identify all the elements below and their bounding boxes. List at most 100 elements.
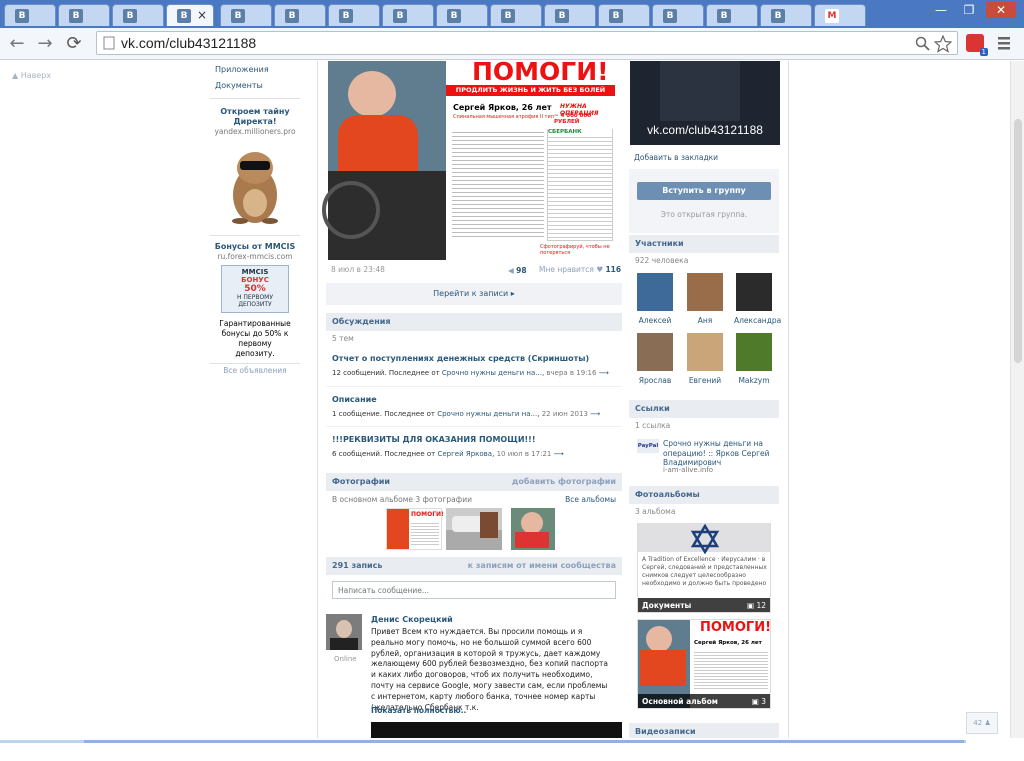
browser-tab[interactable]: M xyxy=(814,4,866,26)
join-group-button[interactable]: Вступить в группу xyxy=(637,182,771,200)
address-bar[interactable]: vk.com/club43121188 xyxy=(96,31,958,55)
topic-title[interactable]: !!!РЕКВИЗИТЫ ДЛЯ ОКАЗАНИЯ ПОМОЩИ!!! xyxy=(332,435,616,444)
member-item[interactable]: Ярослав xyxy=(635,333,675,385)
link-item[interactable]: PayPal Срочно нужны деньги на операцию! … xyxy=(629,439,779,483)
browser-tab[interactable]: B xyxy=(652,4,704,26)
browser-tab[interactable]: B xyxy=(4,4,56,26)
posts-count[interactable]: 291 запись xyxy=(332,561,382,570)
links-header[interactable]: Ссылки xyxy=(629,400,779,418)
scroll-to-top-link[interactable]: ▲ Наверх xyxy=(12,71,51,80)
browser-tab[interactable]: B xyxy=(598,4,650,26)
album-documents[interactable]: A Tradition of Excellence · Иерусалим · … xyxy=(637,523,771,613)
zoom-icon[interactable] xyxy=(915,36,931,52)
members-header[interactable]: Участники xyxy=(629,235,779,253)
link-text[interactable]: Срочно нужны деньги на операцию! :: Ярко… xyxy=(663,439,773,468)
member-item[interactable]: Makzym xyxy=(734,333,774,385)
topic-last-author[interactable]: Срочно нужны деньги на... xyxy=(437,410,537,418)
discussions-header[interactable]: Обсуждения xyxy=(326,313,622,331)
member-name[interactable]: Makzym xyxy=(734,376,774,385)
browser-tab[interactable]: B xyxy=(112,4,164,26)
ad-title[interactable]: Бонусы от MMCIS xyxy=(210,242,300,252)
author-name[interactable]: Денис Скорецкий xyxy=(371,615,453,624)
browser-tab[interactable]: B xyxy=(544,4,596,26)
topic-last-author[interactable]: Срочно нужны деньги на... xyxy=(442,369,542,377)
member-avatar[interactable] xyxy=(637,333,673,371)
add-photos-link[interactable]: добавить фотографии xyxy=(512,477,616,486)
chat-button[interactable]: 42 ♟ xyxy=(966,712,998,734)
group-cover[interactable]: vk.com/club43121188 xyxy=(630,61,780,145)
minimize-button[interactable]: — xyxy=(930,2,952,18)
member-name[interactable]: Александра xyxy=(734,316,781,325)
topic-arrow-icon[interactable]: ⟶ xyxy=(599,369,609,377)
ad-mmcis[interactable]: Бонусы от MMCIS ru.forex-mmcis.com MMCIS… xyxy=(210,242,300,359)
albums-header[interactable]: Фотоальбомы xyxy=(629,486,779,504)
member-avatar[interactable] xyxy=(736,273,772,311)
photos-title[interactable]: Фотографии xyxy=(332,477,390,486)
member-item[interactable]: Аня xyxy=(685,273,725,325)
back-icon[interactable]: ← xyxy=(6,33,28,55)
browser-tab[interactable]: B xyxy=(220,4,272,26)
menu-apps[interactable]: Приложения xyxy=(215,65,300,74)
photo-thumb-3[interactable] xyxy=(511,508,555,550)
scrollbar-thumb[interactable] xyxy=(1014,119,1022,363)
post-date[interactable]: 8 июл в 23:48 xyxy=(331,265,385,274)
topic-title[interactable]: Отчет о поступлениях денежных средств (С… xyxy=(332,354,616,363)
member-avatar[interactable] xyxy=(687,273,723,311)
extension-icon[interactable]: 1 xyxy=(966,34,988,56)
member-item[interactable]: Александра xyxy=(734,273,781,325)
bookmark-star-icon[interactable] xyxy=(934,35,952,53)
member-avatar[interactable] xyxy=(687,333,723,371)
community-posts-link[interactable]: к записям от имени сообщества xyxy=(468,561,616,570)
post-image[interactable]: ПОМОГИ! ПРОДЛИТЬ ЖИЗНЬ И ЖИТЬ БЕЗ БОЛЕЙ … xyxy=(322,61,615,260)
member-item[interactable]: Евгений xyxy=(685,333,725,385)
browser-tab[interactable]: B xyxy=(490,4,542,26)
album-main[interactable]: ПОМОГИ! Сергей Ярков, 26 лет Основной ал… xyxy=(637,619,771,709)
reload-icon[interactable]: ⟳ xyxy=(63,33,85,55)
share-count[interactable]: ◀ 98 xyxy=(508,266,527,275)
author-avatar[interactable] xyxy=(326,614,362,650)
browser-tab[interactable]: B xyxy=(382,4,434,26)
all-ads-link[interactable]: Все объявления xyxy=(210,366,300,375)
browser-tab[interactable]: B xyxy=(58,4,110,26)
maximize-button[interactable]: ❐ xyxy=(958,2,980,18)
goto-post-button[interactable]: Перейти к записи ▸ xyxy=(326,283,622,305)
cover-url-text: vk.com/club43121188 xyxy=(647,123,763,137)
close-tab-icon[interactable]: × xyxy=(197,8,207,22)
topic-arrow-icon[interactable]: ⟶ xyxy=(590,410,600,418)
member-avatar[interactable] xyxy=(736,333,772,371)
member-name[interactable]: Евгений xyxy=(685,376,725,385)
member-name[interactable]: Алексей xyxy=(635,316,675,325)
add-bookmark-link[interactable]: Добавить в закладки xyxy=(634,153,718,162)
photo-thumb-2[interactable] xyxy=(446,508,502,550)
topic-row[interactable]: !!!РЕКВИЗИТЫ ДЛЯ ОКАЗАНИЯ ПОМОЩИ!!! 6 соо… xyxy=(326,426,622,466)
browser-tab[interactable]: B × xyxy=(166,4,214,26)
like-button[interactable]: Мне нравится ♥ 116 xyxy=(539,265,621,274)
photo-thumb-1[interactable]: ПОМОГИ! xyxy=(386,508,444,550)
topic-row[interactable]: Описание 1 сообщение. Последнее от Срочно… xyxy=(326,386,622,426)
ad-yandex[interactable]: Откроем тайну Директа! yandex.millioners… xyxy=(210,107,300,227)
member-avatar[interactable] xyxy=(637,273,673,311)
topic-row[interactable]: Отчет о поступлениях денежных средств (С… xyxy=(326,346,622,386)
member-name[interactable]: Аня xyxy=(685,316,725,325)
ad-title[interactable]: Откроем тайну Директа! xyxy=(220,107,290,127)
browser-tab[interactable]: B xyxy=(706,4,758,26)
topic-title[interactable]: Описание xyxy=(332,395,616,404)
show-more-link[interactable]: Показать полностью.. xyxy=(371,706,466,715)
browser-tab[interactable]: B xyxy=(274,4,326,26)
member-name[interactable]: Ярослав xyxy=(635,376,675,385)
forward-icon[interactable]: → xyxy=(34,33,56,55)
browser-tab[interactable]: B xyxy=(436,4,488,26)
browser-tab[interactable]: B xyxy=(328,4,380,26)
compose-input[interactable] xyxy=(332,581,616,599)
topic-arrow-icon[interactable]: ⟶ xyxy=(554,450,564,458)
vk-favicon-icon: B xyxy=(339,9,353,23)
close-window-button[interactable]: ✕ xyxy=(986,2,1016,18)
all-albums-link[interactable]: Все альбомы xyxy=(565,495,616,504)
member-item[interactable]: Алексей xyxy=(635,273,675,325)
mmcis-banner[interactable]: MMCIS БОНУС 50% Н ПЕРВОМУ ДЕПОЗИТУ xyxy=(221,265,289,313)
topic-last-author[interactable]: Сергей Яркова xyxy=(437,450,492,458)
page-scrollbar[interactable] xyxy=(1010,61,1024,738)
menu-icon[interactable] xyxy=(998,36,1012,52)
menu-documents[interactable]: Документы xyxy=(215,81,300,90)
browser-tab[interactable]: B xyxy=(760,4,812,26)
